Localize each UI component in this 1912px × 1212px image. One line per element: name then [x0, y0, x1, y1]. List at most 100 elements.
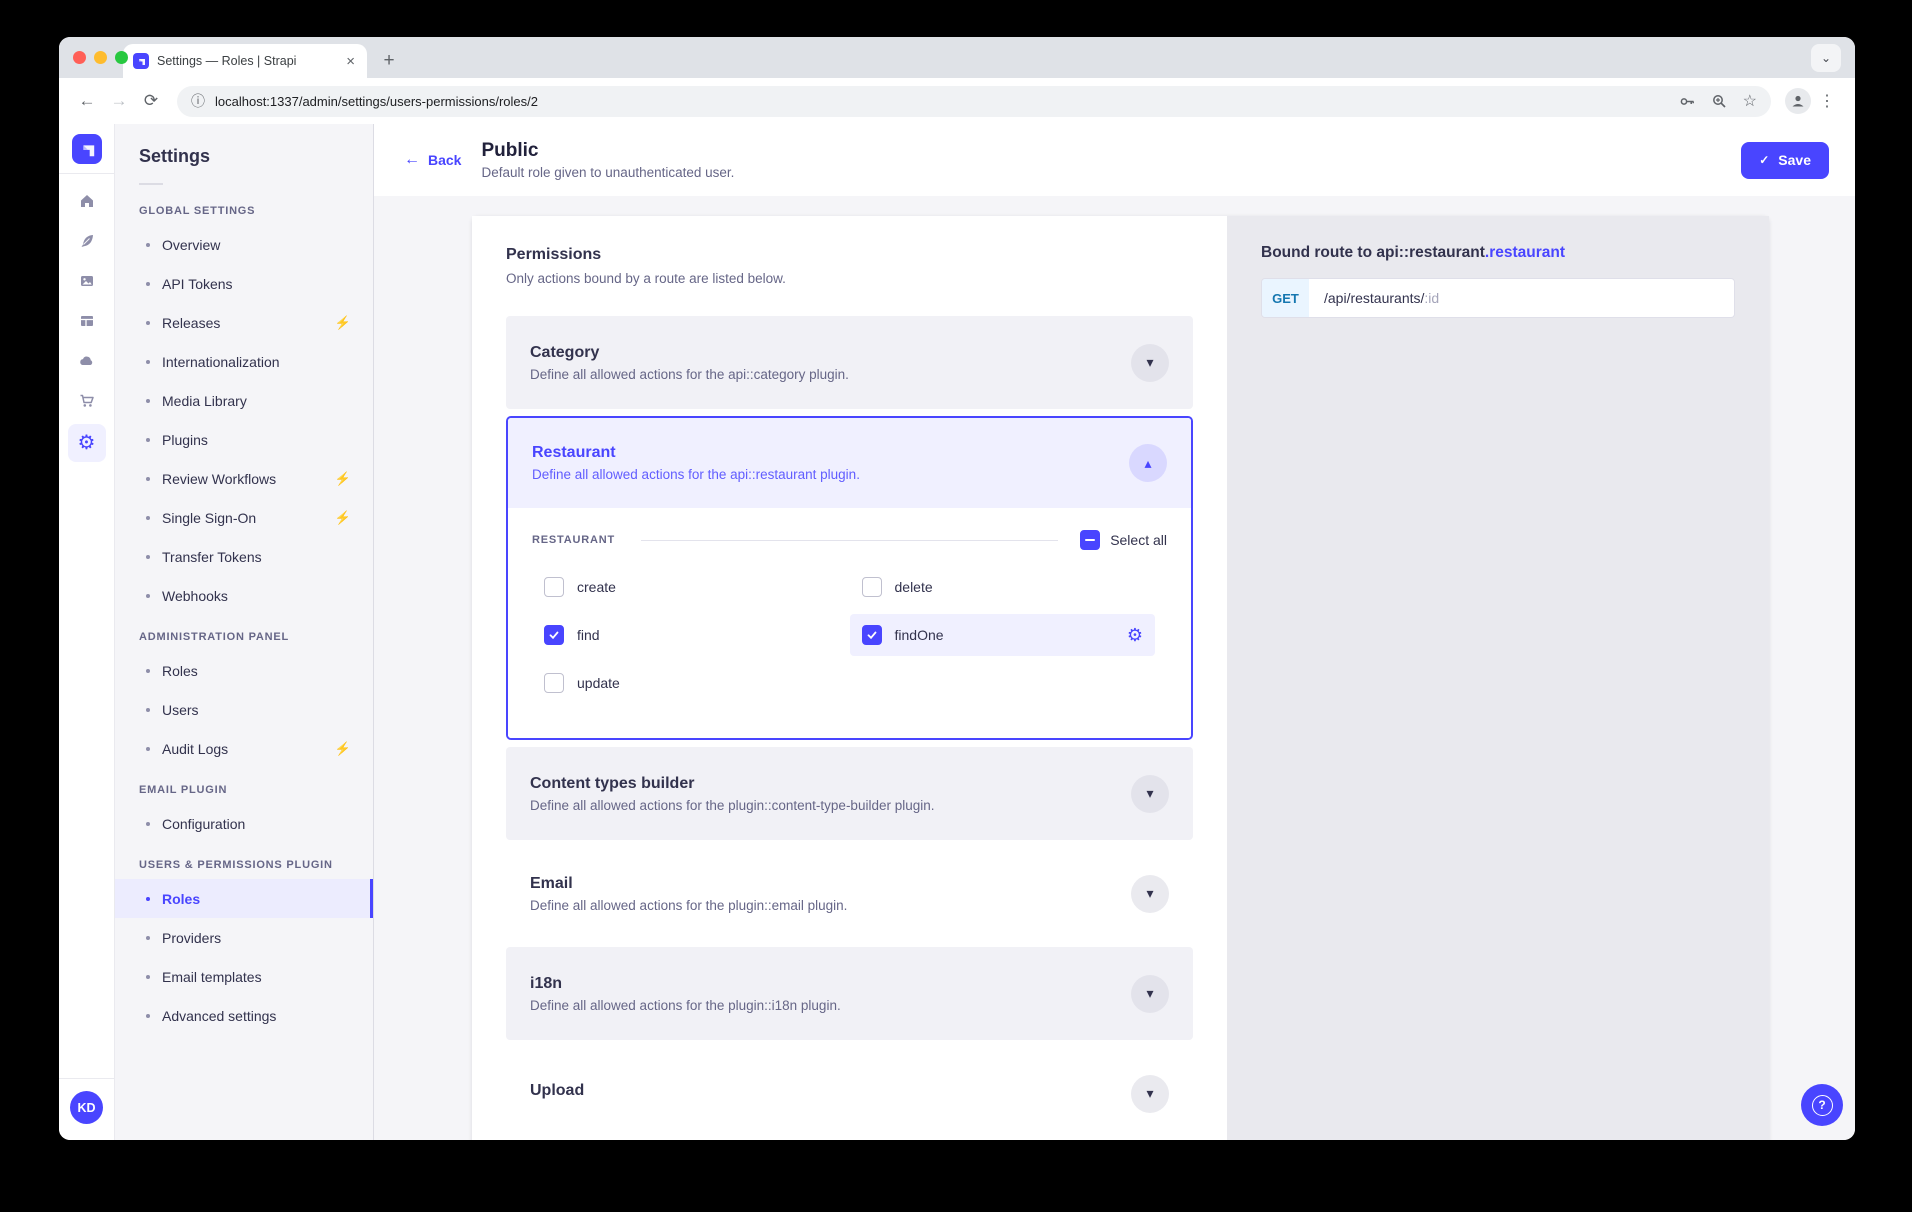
- action-findone[interactable]: findOne ⚙: [850, 614, 1156, 656]
- expand-button[interactable]: ▾: [1131, 975, 1169, 1013]
- section-administration-panel: ADMINISTRATION PANEL: [115, 615, 373, 651]
- nav-content-manager[interactable]: [68, 224, 106, 258]
- lightning-icon: ⚡: [335, 471, 351, 487]
- zoom-icon[interactable]: [1711, 93, 1728, 110]
- collapse-button[interactable]: ▴: [1129, 444, 1167, 482]
- accordion-upload-header[interactable]: Upload ▾: [506, 1047, 1193, 1140]
- bullet-icon: [146, 822, 150, 826]
- sidebar-item-webhooks[interactable]: Webhooks: [115, 576, 373, 615]
- site-info-icon[interactable]: ⓘ: [191, 91, 205, 111]
- strapi-logo[interactable]: [72, 134, 102, 164]
- action-find: find: [532, 614, 850, 656]
- nav-media-library[interactable]: [68, 264, 106, 298]
- find-checkbox[interactable]: [544, 625, 564, 645]
- tab-close-icon[interactable]: ×: [344, 54, 357, 69]
- expand-button[interactable]: ▾: [1131, 775, 1169, 813]
- findone-checkbox[interactable]: [862, 625, 882, 645]
- delete-checkbox[interactable]: [862, 577, 882, 597]
- help-button[interactable]: ?: [1801, 1084, 1843, 1126]
- accordion-title: Email: [530, 875, 1131, 893]
- strapi-favicon-icon: [133, 53, 149, 69]
- layout-icon: [78, 312, 96, 330]
- restaurant-section-row: RESTAURANT Select all: [532, 530, 1167, 550]
- nav-deploy-cloud[interactable]: [68, 344, 106, 378]
- browser-tab[interactable]: Settings — Roles | Strapi ×: [123, 44, 367, 78]
- browser-window: Settings — Roles | Strapi × + ⌄ ← → ⟳ ⓘ …: [59, 37, 1855, 1140]
- sidebar-item-single-sign-on[interactable]: Single Sign-On⚡: [115, 498, 373, 537]
- accordion-email-header[interactable]: Email Define all allowed actions for the…: [506, 847, 1193, 940]
- sidebar-item-providers[interactable]: Providers: [115, 918, 373, 957]
- back-link[interactable]: ← Back: [404, 151, 461, 169]
- sidebar-item-email-templates[interactable]: Email templates: [115, 957, 373, 996]
- sidebar-item-advanced-settings[interactable]: Advanced settings: [115, 996, 373, 1035]
- user-avatar[interactable]: KD: [70, 1091, 103, 1124]
- browser-profile-avatar[interactable]: [1785, 88, 1811, 114]
- accordion-restaurant-header[interactable]: Restaurant Define all allowed actions fo…: [508, 418, 1191, 508]
- nav-content-type-builder[interactable]: [68, 304, 106, 338]
- accordion-i18n-header[interactable]: i18n Define all allowed actions for the …: [506, 947, 1193, 1040]
- bullet-icon: [146, 897, 150, 901]
- accordion-email: Email Define all allowed actions for the…: [506, 847, 1193, 940]
- back-button[interactable]: ←: [73, 87, 101, 115]
- sidebar-item-audit-logs[interactable]: Audit Logs⚡: [115, 729, 373, 768]
- sidebar-item-transfer-tokens[interactable]: Transfer Tokens: [115, 537, 373, 576]
- sidebar-item-plugins[interactable]: Plugins: [115, 420, 373, 459]
- action-update: update: [532, 662, 850, 704]
- select-all-control[interactable]: Select all: [1080, 530, 1167, 550]
- expand-button[interactable]: ▾: [1131, 1075, 1169, 1113]
- route-path-field[interactable]: /api/restaurants/:id: [1309, 279, 1734, 317]
- accordion-category: Category Define all allowed actions for …: [506, 316, 1193, 409]
- bullet-icon: [146, 594, 150, 598]
- close-window-button[interactable]: [73, 51, 86, 64]
- bullet-icon: [146, 747, 150, 751]
- expand-button[interactable]: ▾: [1131, 344, 1169, 382]
- bullet-icon: [146, 282, 150, 286]
- sidebar-item-users[interactable]: Users: [115, 690, 373, 729]
- title-block: Public Default role given to unauthentic…: [481, 140, 734, 180]
- create-checkbox[interactable]: [544, 577, 564, 597]
- accordion-category-header[interactable]: Category Define all allowed actions for …: [506, 316, 1193, 409]
- nav-settings[interactable]: ⚙: [68, 424, 106, 462]
- address-bar[interactable]: ⓘ localhost:1337/admin/settings/users-pe…: [177, 86, 1771, 117]
- sidebar-item-configuration[interactable]: Configuration: [115, 804, 373, 843]
- sidebar-item-releases[interactable]: Releases⚡: [115, 303, 373, 342]
- help-icon: ?: [1812, 1095, 1833, 1116]
- nav-home[interactable]: [68, 184, 106, 218]
- section-global-settings: GLOBAL SETTINGS: [115, 189, 373, 225]
- sidebar-item-admin-roles[interactable]: Roles: [115, 651, 373, 690]
- action-settings-gear-icon[interactable]: ⚙: [1127, 626, 1143, 644]
- sidebar-item-api-tokens[interactable]: API Tokens: [115, 264, 373, 303]
- sidebar-item-overview[interactable]: Overview: [115, 225, 373, 264]
- chevron-down-icon: ▾: [1146, 354, 1153, 371]
- password-key-icon[interactable]: [1679, 93, 1696, 110]
- update-checkbox[interactable]: [544, 673, 564, 693]
- bullet-icon: [146, 555, 150, 559]
- subnav-title: Settings: [115, 146, 373, 167]
- bound-route-title-highlight: .restaurant: [1485, 244, 1565, 261]
- accordion-ctb-header[interactable]: Content types builder Define all allowed…: [506, 747, 1193, 840]
- save-button[interactable]: ✓ Save: [1741, 142, 1829, 179]
- zoom-window-button[interactable]: [115, 51, 128, 64]
- sidebar-item-up-roles[interactable]: Roles: [115, 879, 373, 918]
- accordion-title: Restaurant: [532, 444, 1129, 462]
- http-method-badge: GET: [1262, 279, 1309, 317]
- bullet-icon: [146, 477, 150, 481]
- browser-menu-button[interactable]: ⋮: [1815, 91, 1839, 111]
- sidebar-item-internationalization[interactable]: Internationalization: [115, 342, 373, 381]
- route-path: /api/restaurants/: [1324, 290, 1424, 306]
- reload-button[interactable]: ⟳: [137, 87, 165, 115]
- chevron-down-icon: ⌄: [1821, 51, 1831, 65]
- bullet-icon: [146, 708, 150, 712]
- sidebar-item-review-workflows[interactable]: Review Workflows⚡: [115, 459, 373, 498]
- expand-button[interactable]: ▾: [1131, 875, 1169, 913]
- sidebar-item-media-library[interactable]: Media Library: [115, 381, 373, 420]
- check-icon: ✓: [1759, 153, 1769, 167]
- url-text[interactable]: localhost:1337/admin/settings/users-perm…: [215, 94, 1669, 109]
- select-all-checkbox[interactable]: [1080, 530, 1100, 550]
- nav-marketplace[interactable]: [68, 384, 106, 418]
- minimize-window-button[interactable]: [94, 51, 107, 64]
- tab-search-button[interactable]: ⌄: [1811, 44, 1841, 72]
- bookmark-star-icon[interactable]: ☆: [1743, 91, 1757, 111]
- forward-button[interactable]: →: [105, 87, 133, 115]
- new-tab-button[interactable]: +: [375, 47, 403, 75]
